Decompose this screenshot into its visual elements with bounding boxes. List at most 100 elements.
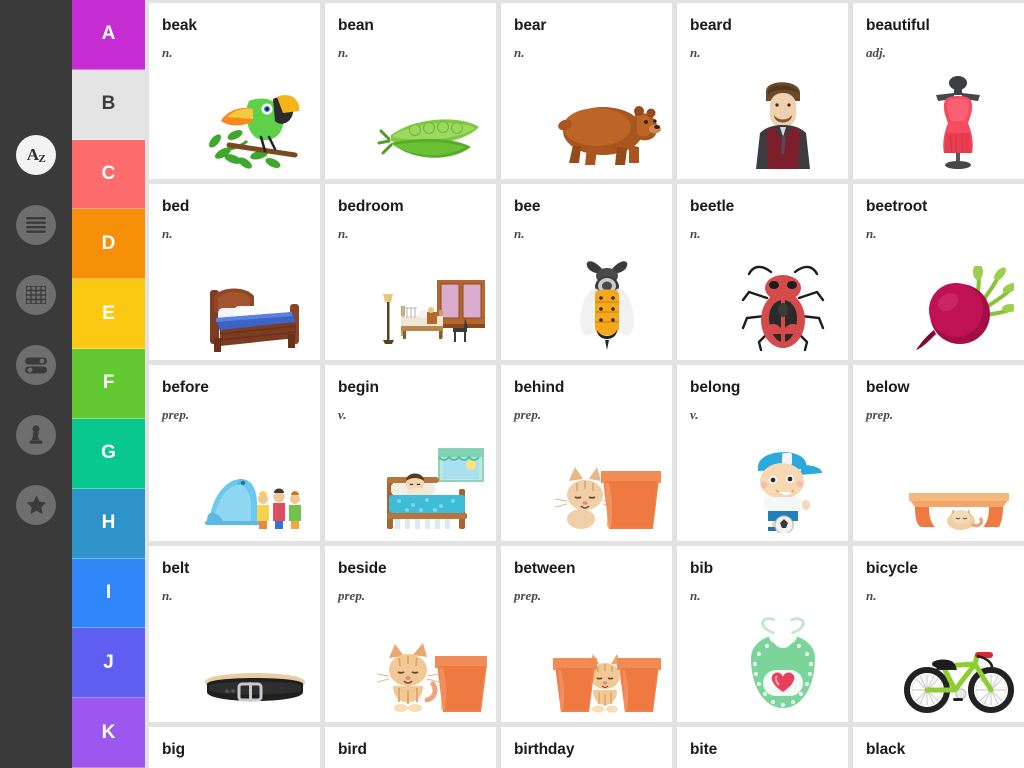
word-card[interactable]: bigadj.: [149, 727, 320, 768]
pawn-icon: [28, 425, 44, 445]
settings-button[interactable]: [16, 345, 56, 385]
word-title: beetroot: [866, 198, 928, 215]
toggles-icon: [25, 357, 47, 374]
alphabet-letter-k[interactable]: K: [72, 698, 145, 768]
word-card[interactable]: bean n.: [325, 3, 496, 179]
list-icon: [26, 217, 46, 233]
beetroot-illustration: [900, 256, 1018, 352]
alphabet-letter-e[interactable]: E: [72, 279, 145, 350]
word-card[interactable]: beetle n.: [677, 184, 848, 360]
part-of-speech: n.: [162, 45, 173, 61]
word-card[interactable]: bear n.: [501, 3, 672, 179]
word-title: bear: [514, 17, 547, 34]
word-card[interactable]: behind prep.: [501, 365, 672, 541]
word-title: big: [162, 741, 185, 758]
alphabet-letter-j[interactable]: J: [72, 628, 145, 699]
az-icon: AZ: [26, 144, 46, 165]
word-title: begin: [338, 379, 379, 396]
word-card[interactable]: bed n.: [149, 184, 320, 360]
list-view-button[interactable]: [16, 205, 56, 245]
word-card[interactable]: bee n.: [501, 184, 672, 360]
part-of-speech: v.: [690, 407, 699, 423]
alphabet-letter-i[interactable]: I: [72, 558, 145, 629]
bee-illustration: [548, 256, 666, 352]
bib-illustration: [724, 617, 842, 714]
alphabet-letter-a[interactable]: A: [72, 0, 145, 70]
toucan-illustration: [196, 75, 314, 171]
part-of-speech: n.: [514, 226, 525, 242]
part-of-speech: prep.: [866, 407, 894, 423]
word-title: beautiful: [866, 17, 930, 34]
part-of-speech: prep.: [162, 407, 190, 423]
word-card[interactable]: blackn. adj.: [853, 727, 1024, 768]
word-card[interactable]: bedroom n.: [325, 184, 496, 360]
word-card[interactable]: bicycle n.: [853, 546, 1024, 722]
part-of-speech: n.: [690, 588, 701, 604]
belt-illustration: [196, 618, 314, 714]
word-card[interactable]: belt n.: [149, 546, 320, 722]
bed-illustration: [196, 256, 314, 352]
word-title: belong: [690, 379, 741, 396]
part-of-speech: n.: [690, 45, 701, 61]
favorites-button[interactable]: [16, 485, 56, 525]
word-card[interactable]: below prep.: [853, 365, 1024, 541]
kitten-behind-pot-illustration: [548, 437, 666, 533]
part-of-speech: n.: [514, 45, 525, 61]
word-title: black: [866, 741, 906, 758]
games-button[interactable]: [16, 415, 56, 455]
part-of-speech: adj.: [866, 45, 886, 61]
part-of-speech: n.: [338, 226, 349, 242]
alphabet-letter-g[interactable]: G: [72, 418, 145, 489]
word-card[interactable]: beautiful adj.: [853, 3, 1024, 179]
word-card[interactable]: birdn.: [325, 727, 496, 768]
word-card[interactable]: beard n.: [677, 3, 848, 179]
word-card[interactable]: bib n.: [677, 546, 848, 722]
part-of-speech: n.: [162, 226, 173, 242]
part-of-speech: n.: [866, 226, 877, 242]
part-of-speech: n.: [690, 226, 701, 242]
word-title: behind: [514, 379, 565, 396]
word-card[interactable]: beside prep.: [325, 546, 496, 722]
part-of-speech: prep.: [338, 588, 366, 604]
alphabet-letter-d[interactable]: D: [72, 209, 145, 280]
alphabet-letter-c[interactable]: C: [72, 139, 145, 210]
word-title: bicycle: [866, 560, 918, 577]
word-card[interactable]: between prep.: [501, 546, 672, 722]
word-card[interactable]: belong v.: [677, 365, 848, 541]
alphabet-letter-f[interactable]: F: [72, 349, 145, 419]
word-card[interactable]: beetroot n.: [853, 184, 1024, 360]
alphabet-letter-b[interactable]: B: [72, 69, 145, 140]
word-card[interactable]: before prep.: [149, 365, 320, 541]
word-title: bed: [162, 198, 190, 215]
kitten-beside-pot-illustration: [372, 618, 490, 714]
word-title: beside: [338, 560, 387, 577]
part-of-speech: prep.: [514, 588, 542, 604]
word-title: below: [866, 379, 910, 396]
boy-with-cap-and-ball-illustration: [724, 437, 842, 533]
bear-illustration: [548, 75, 666, 171]
word-title: bean: [338, 17, 374, 34]
word-card[interactable]: bitev.: [677, 727, 848, 768]
part-of-speech: v.: [338, 407, 347, 423]
child-waking-in-bed-illustration: [372, 437, 490, 533]
grid-icon: [26, 286, 46, 304]
beetle-illustration: [724, 256, 842, 352]
word-title: birthday: [514, 741, 575, 758]
word-card[interactable]: birthdayn.: [501, 727, 672, 768]
grid-view-button[interactable]: [16, 275, 56, 315]
word-title: beak: [162, 17, 197, 34]
slide-children-queue-illustration: [196, 437, 314, 533]
alphabet-az-button[interactable]: AZ: [16, 135, 56, 175]
alphabet-letter-h[interactable]: H: [72, 488, 145, 559]
part-of-speech: n.: [866, 588, 877, 604]
kitten-between-pots-illustration: [548, 618, 666, 714]
peapod-illustration: [372, 75, 490, 171]
word-card[interactable]: begin v.: [325, 365, 496, 541]
word-title: bite: [690, 741, 718, 758]
word-card[interactable]: beak n.: [149, 3, 320, 179]
tool-rail: AZ: [0, 0, 72, 768]
star-icon: [26, 495, 47, 515]
word-title: beard: [690, 17, 732, 34]
word-title: beetle: [690, 198, 735, 215]
red-dress-mannequin-illustration: [900, 75, 1018, 171]
